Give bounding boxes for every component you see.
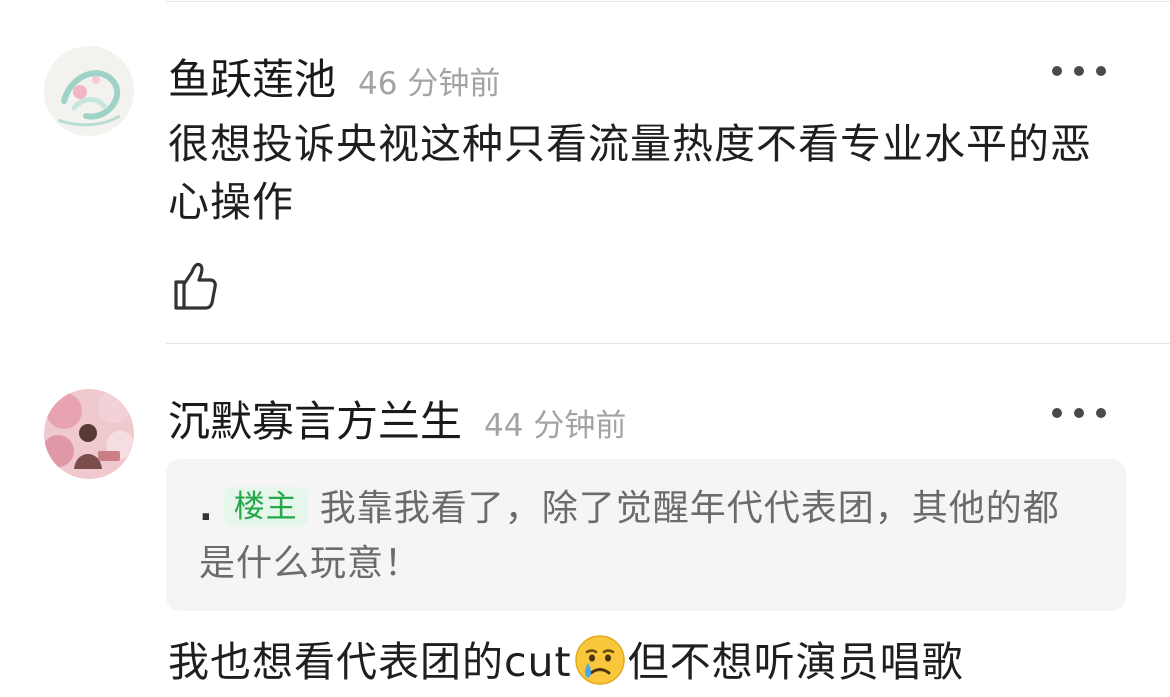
comment-content: 我也想看代表团的cut 但不想听演员唱歌: [168, 633, 1128, 691]
avatar[interactable]: [44, 389, 134, 479]
username[interactable]: 鱼跃莲池: [168, 46, 336, 107]
thumbs-up-icon: [174, 262, 217, 310]
more-dots-icon: [1074, 408, 1084, 418]
avatar[interactable]: [44, 46, 134, 136]
top-divider: [166, 1, 1170, 2]
op-badge: 楼主: [223, 487, 308, 527]
quoted-reply-text: . 楼主 我靠我看了，除了觉醒年代代表团，其他的都是什么玩意！: [199, 481, 1089, 591]
more-dots-icon: [1096, 408, 1106, 418]
quoted-content: 我靠我看了，除了觉醒年代代表团，其他的都是什么玩意！: [199, 488, 1060, 584]
like-button[interactable]: [170, 260, 220, 312]
crying-face-icon: [574, 635, 625, 685]
content-text-after-emoji: 但不想听演员唱歌: [627, 638, 964, 686]
quoted-reply[interactable]: . 楼主 我靠我看了，除了觉醒年代代表团，其他的都是什么玩意！: [166, 459, 1126, 611]
quoted-author[interactable]: .: [199, 488, 214, 529]
more-button[interactable]: [1052, 398, 1106, 428]
comment-header: 沉默寡言方兰生 44 分钟前: [168, 388, 626, 449]
content-text-before-emoji: 我也想看代表团的cut: [168, 638, 572, 686]
more-dots-icon: [1074, 66, 1084, 76]
comment-header: 鱼跃莲池 46 分钟前: [168, 46, 500, 107]
username[interactable]: 沉默寡言方兰生: [168, 388, 462, 449]
timestamp: 46 分钟前: [358, 66, 501, 102]
timestamp: 44 分钟前: [484, 408, 627, 444]
comment-divider: [166, 343, 1170, 344]
more-dots-icon: [1052, 408, 1062, 418]
more-dots-icon: [1052, 66, 1062, 76]
comment-content: 很想投诉央视这种只看流量热度不看专业水平的恶心操作: [168, 120, 1092, 226]
more-button[interactable]: [1052, 56, 1106, 86]
more-dots-icon: [1096, 66, 1106, 76]
